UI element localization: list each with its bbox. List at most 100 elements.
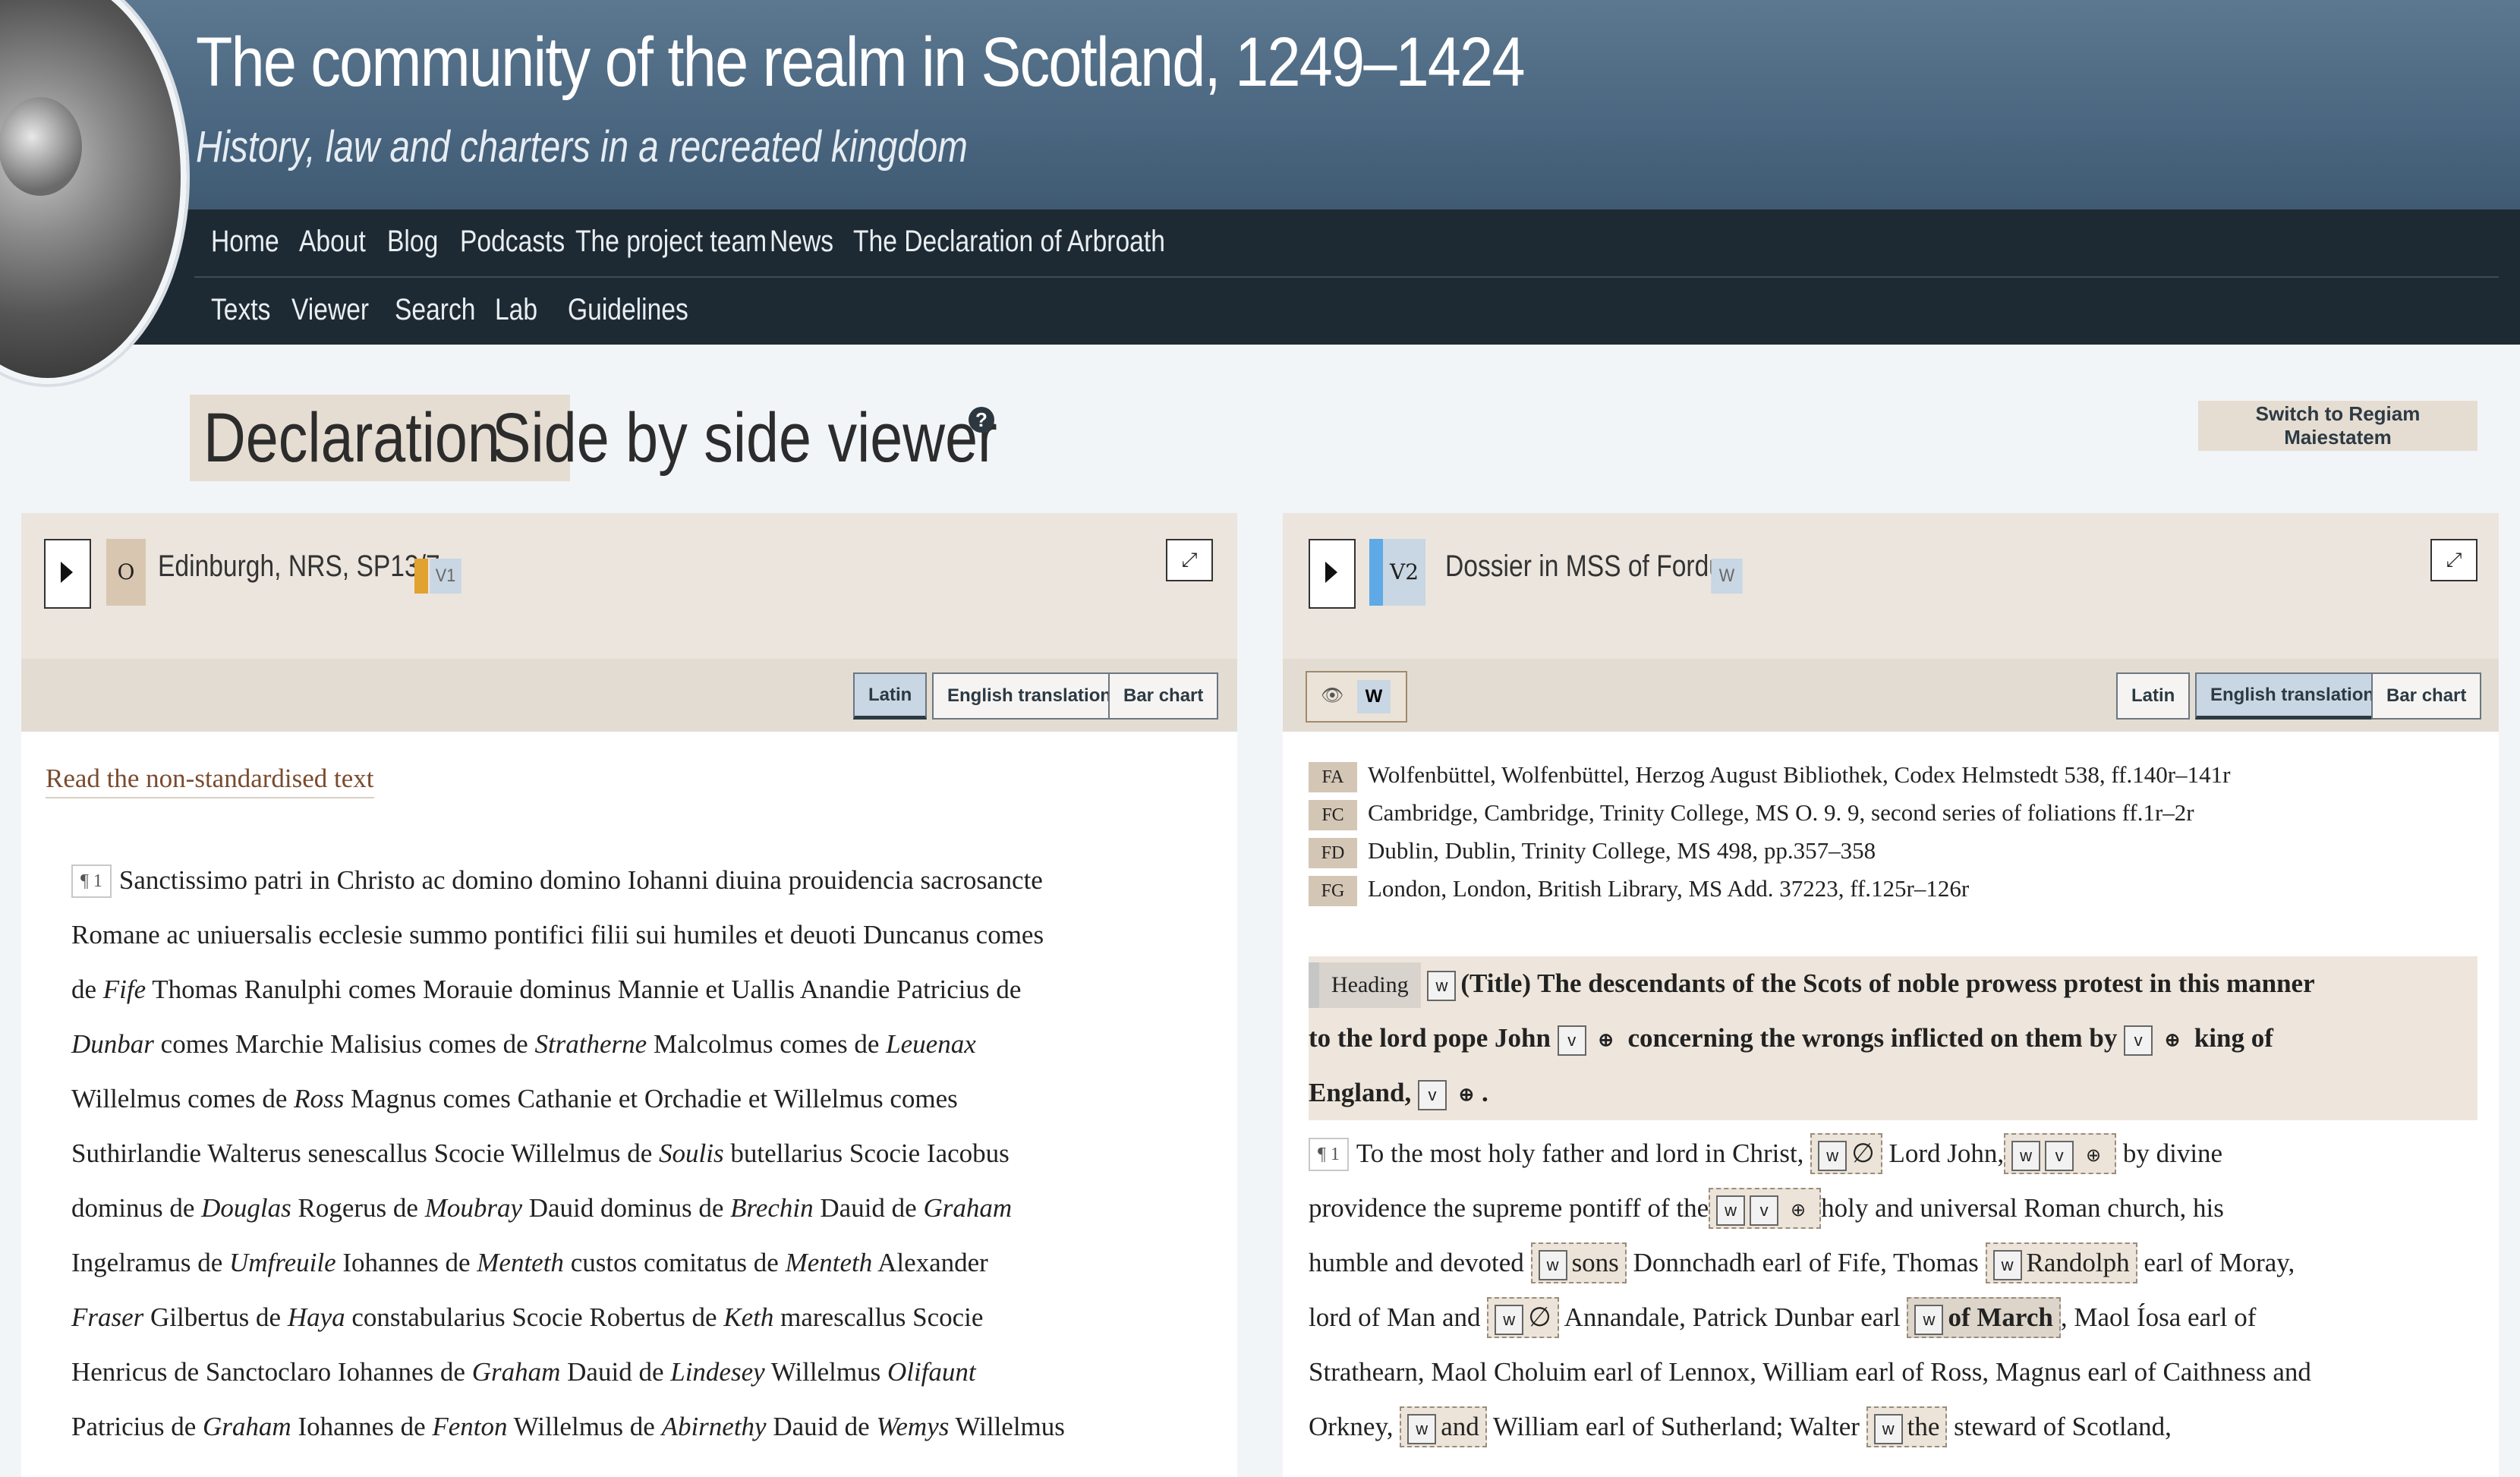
text-segment: Malcolmus comes de [653,1029,880,1059]
name-segment: Fife [102,975,146,1004]
paragraph-marker[interactable]: ¶ 1 [1309,1138,1349,1171]
name-segment: Lindesey [670,1357,765,1387]
witness-siglum[interactable]: O [106,539,146,606]
plus-icon[interactable]: ⊕ [1783,1195,1813,1226]
variant-box[interactable]: w of March [1907,1297,2061,1338]
plus-icon[interactable]: ⊕ [2157,1025,2188,1056]
manuscript-code[interactable]: FC [1309,799,1357,830]
tab-english[interactable]: English translation [932,672,1127,720]
variant-box[interactable]: w ∅ [1487,1297,1559,1338]
tab-latin[interactable]: Latin [853,672,928,720]
text-segment: Henricus de Sanctoclaro Iohannes de [71,1357,465,1387]
nav-lab[interactable]: Lab [495,293,537,327]
tab-english[interactable]: English translation [2195,672,2390,720]
nav-declaration[interactable]: The Declaration of Arbroath [853,225,1165,259]
w-key[interactable]: w [1427,970,1457,1001]
variant-box[interactable]: w Randolph [1985,1242,2137,1283]
name-segment: Fraser [71,1302,144,1332]
text-segment: Willelmus de [513,1412,655,1441]
tab-bar-chart[interactable]: Bar chart [1108,672,1219,720]
version-tag[interactable]: W [1711,559,1743,594]
w-key[interactable]: w [1716,1195,1746,1226]
tab-latin[interactable]: Latin [2116,672,2191,720]
variant-text: of March [1948,1302,2053,1332]
main-navigation: Home About Blog Podcasts The project tea… [0,209,2520,345]
v-key[interactable]: v [1417,1079,1447,1110]
w-key[interactable]: w [1992,1249,2022,1280]
site-title[interactable]: The community of the realm in Scotland, … [196,23,1525,102]
w-key[interactable]: w [1818,1140,1847,1171]
expand-icon[interactable]: ⤢ [2430,539,2477,581]
manuscript-code[interactable]: FD [1309,837,1357,868]
name-segment: Menteth [477,1248,564,1277]
variant-box[interactable]: w v ⊕ [2004,1133,2117,1174]
name-segment: Fenton [432,1412,508,1441]
witness-siglum[interactable]: V2 [1383,539,1425,606]
visibility-witness-tag: W [1357,680,1391,713]
read-non-standardised-link[interactable]: Read the non-standardised text [46,764,374,798]
w-key[interactable]: w [1538,1249,1567,1280]
version-tag[interactable]: V1 [430,559,461,594]
expand-icon[interactable]: ⤢ [1166,539,1213,581]
v-key[interactable]: v [1750,1195,1779,1226]
left-panel: O Edinburgh, NRS, SP13/7 V1 ⤢ Latin Engl… [21,513,1237,1477]
nav-project-team[interactable]: The project team [575,225,767,259]
variant-box[interactable]: w the [1866,1406,1948,1447]
manuscript-item: FC Cambridge, Cambridge, Trinity College,… [1309,794,2230,832]
text-segment: Magnus comes Cathanie et Orchadie et Wil… [350,1084,958,1113]
text-segment: humble and devoted [1309,1248,1524,1277]
nav-texts[interactable]: Texts [211,293,270,327]
plus-icon[interactable]: ⊕ [2078,1141,2109,1171]
nav-search[interactable]: Search [395,293,475,327]
play-icon[interactable] [44,539,91,609]
w-key[interactable]: w [1873,1413,1903,1444]
nav-blog[interactable]: Blog [387,225,438,259]
manuscript-desc: Dublin, Dublin, Trinity College, MS 498,… [1368,837,1876,864]
name-segment: Soulis [659,1138,724,1168]
witness-name[interactable]: Edinburgh, NRS, SP13/7 [158,550,440,584]
nav-news[interactable]: News [770,225,833,259]
version-color-bar [1369,539,1383,606]
text-segment: providence the supreme pontiff of the [1309,1193,1709,1223]
page-title: Side by side viewer [492,399,997,477]
w-key[interactable]: w [1407,1413,1437,1444]
variant-box[interactable]: w ∅ [1810,1133,1882,1174]
paragraph-marker[interactable]: ¶ 1 [71,864,112,898]
plus-icon[interactable]: ⊕ [1451,1080,1482,1110]
plus-icon[interactable]: ⊕ [1591,1025,1621,1056]
name-segment: Dunbar [71,1029,154,1059]
nav-home[interactable]: Home [211,225,279,259]
nav-viewer[interactable]: Viewer [291,293,369,327]
v-key[interactable]: v [1557,1025,1586,1056]
variant-box[interactable]: w and [1400,1406,1487,1447]
w-key[interactable]: w [1914,1304,1944,1335]
help-icon[interactable]: ? [969,407,994,433]
visibility-toggle[interactable]: 👁 W [1306,671,1407,723]
manuscript-code[interactable]: FG [1309,875,1357,906]
manuscript-desc: Cambridge, Cambridge, Trinity College, M… [1368,799,2194,826]
switch-regiam-button[interactable]: Switch to Regiam Maiestatem [2198,401,2477,451]
v-key[interactable]: v [2045,1140,2074,1171]
empty-icon: ∅ [1528,1302,1551,1332]
text-segment: Donnchadh earl of Fife, Thomas [1633,1248,1979,1277]
nav-about[interactable]: About [299,225,366,259]
heading-text: England, [1309,1078,1412,1107]
play-icon[interactable] [1309,539,1356,609]
witness-name[interactable]: Dossier in MSS of Fordun [1445,550,1737,584]
variant-box[interactable]: w sons [1530,1242,1627,1283]
name-segment: Haya [287,1302,345,1332]
empty-icon: ∅ [1851,1138,1875,1168]
text-segment: custos comitatus de [570,1248,779,1277]
manuscript-code[interactable]: FA [1309,761,1357,792]
variant-box[interactable]: w v ⊕ [1709,1188,1822,1229]
nav-podcasts[interactable]: Podcasts [460,225,565,259]
nav-guidelines[interactable]: Guidelines [568,293,688,327]
w-key[interactable]: w [1495,1304,1524,1335]
text-segment: marescallus Scocie [780,1302,984,1332]
name-segment: Brechin [730,1193,814,1223]
v-key[interactable]: v [2124,1025,2153,1056]
tab-bar-chart[interactable]: Bar chart [2371,672,2482,720]
w-key[interactable]: w [2011,1140,2041,1171]
text-segment: Ingelramus de [71,1248,223,1277]
heading-text: king of [2194,1023,2273,1053]
